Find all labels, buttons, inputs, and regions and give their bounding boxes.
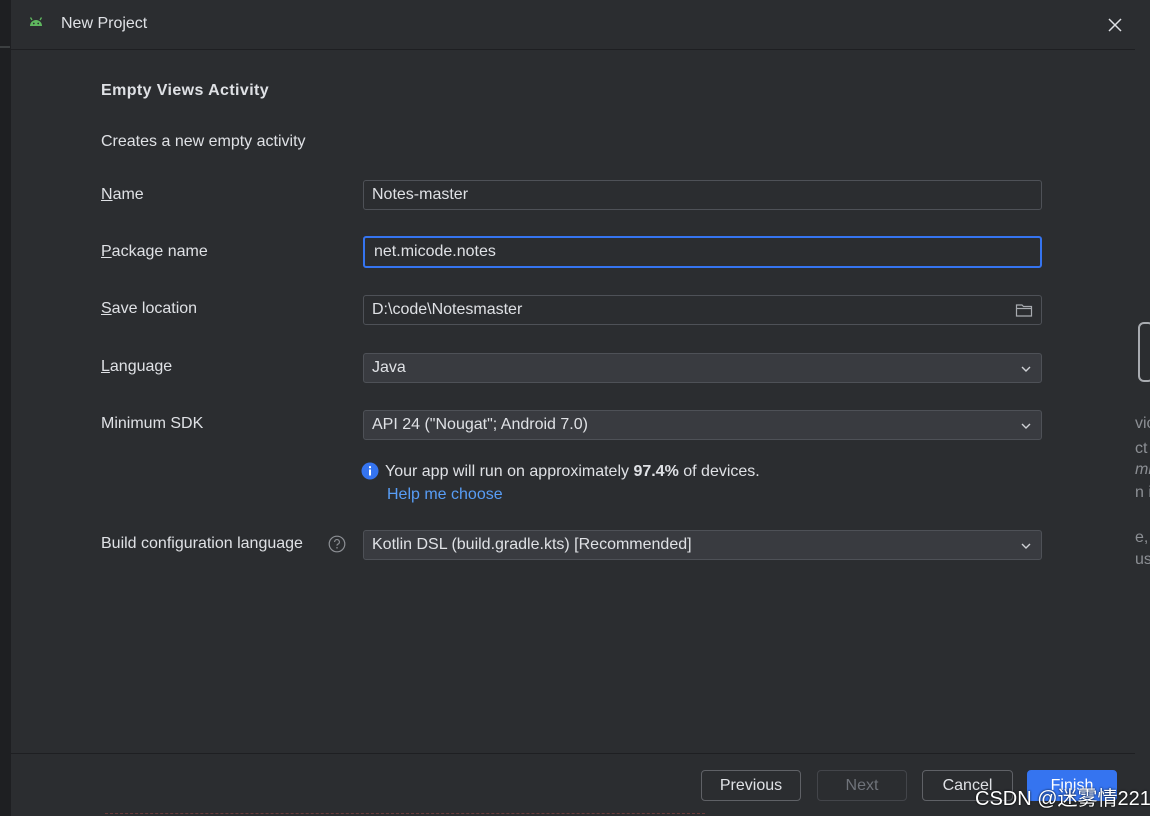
package-label-text: ackage name — [111, 243, 208, 260]
package-name-value: net.micode.notes — [374, 243, 496, 260]
name-label-text: ame — [112, 186, 144, 203]
name-label-mnemonic: N — [101, 186, 113, 203]
android-icon — [29, 17, 43, 26]
language-label-text: anguage — [109, 358, 173, 375]
package-name-label: Package name — [101, 243, 208, 261]
package-name-field[interactable]: net.micode.notes — [363, 236, 1042, 268]
build-config-label: Build configuration language — [101, 535, 303, 552]
name-field[interactable]: Notes-master — [363, 180, 1042, 210]
help-question-icon[interactable] — [328, 535, 346, 553]
next-button[interactable]: Next — [817, 770, 907, 801]
minimum-sdk-label: Minimum SDK — [101, 415, 204, 432]
dialog-footer: Previous Next Cancel Finish — [11, 753, 1135, 816]
build-config-dropdown[interactable]: Kotlin DSL (build.gradle.kts) [Recommend… — [363, 530, 1042, 560]
background-text-fragment: us — [1135, 551, 1150, 568]
help-me-choose-link[interactable]: Help me choose — [387, 486, 503, 504]
save-location-mnemonic: S — [101, 300, 112, 317]
chevron-down-icon — [1021, 543, 1031, 549]
background-divider — [0, 46, 10, 48]
close-icon[interactable] — [1104, 14, 1126, 36]
background-text-fragment: e, — [1135, 529, 1149, 546]
sdk-coverage-percent: 97.4% — [633, 463, 679, 480]
background-text-fragment: vic — [1135, 415, 1150, 432]
language-dropdown[interactable]: Java — [363, 353, 1042, 383]
save-location-value: D:\code\Notesmaster — [372, 301, 523, 318]
name-label: Name — [101, 186, 144, 204]
background-editor-left — [0, 0, 10, 816]
template-description: Creates a new empty activity — [101, 133, 306, 150]
chevron-down-icon — [1021, 366, 1031, 372]
dialog-titlebar: New Project — [11, 0, 1135, 50]
save-location-label-text: ave location — [111, 300, 198, 317]
language-label: Language — [101, 358, 172, 376]
template-title: Empty Views Activity — [101, 82, 270, 99]
background-panel-right: vic ct mi n ir e, us — [1135, 0, 1150, 816]
name-field-value: Notes-master — [372, 186, 469, 203]
watermark: CSDN @迷雾情221 — [975, 788, 1150, 810]
background-text-fragment: ct — [1135, 440, 1148, 457]
minimum-sdk-dropdown[interactable]: API 24 ("Nougat"; Android 7.0) — [363, 410, 1042, 440]
language-label-mnemonic: L — [101, 358, 110, 375]
minimum-sdk-value: API 24 ("Nougat"; Android 7.0) — [372, 416, 588, 433]
phone-icon — [1138, 322, 1150, 382]
background-text-fragment: mi — [1135, 461, 1150, 478]
sdk-coverage-suffix: of devices. — [678, 463, 760, 480]
save-location-label: Save location — [101, 300, 197, 318]
language-value: Java — [372, 359, 406, 376]
previous-button[interactable]: Previous — [701, 770, 801, 801]
chevron-down-icon — [1021, 423, 1031, 429]
save-location-field[interactable]: D:\code\Notesmaster — [363, 295, 1042, 325]
sdk-coverage-text: Your app will run on approximately 97.4%… — [385, 463, 760, 481]
sdk-coverage-prefix: Your app will run on approximately — [385, 463, 634, 480]
dialog-title: New Project — [61, 15, 148, 32]
folder-icon[interactable] — [1015, 302, 1033, 318]
build-config-value: Kotlin DSL (build.gradle.kts) [Recommend… — [372, 536, 692, 553]
new-project-dialog: New Project Empty Views Activity Creates… — [10, 0, 1135, 816]
package-label-mnemonic: P — [101, 243, 112, 260]
decorative-underline — [105, 813, 705, 815]
info-icon — [361, 462, 379, 480]
background-text-fragment: n ir — [1135, 484, 1150, 501]
